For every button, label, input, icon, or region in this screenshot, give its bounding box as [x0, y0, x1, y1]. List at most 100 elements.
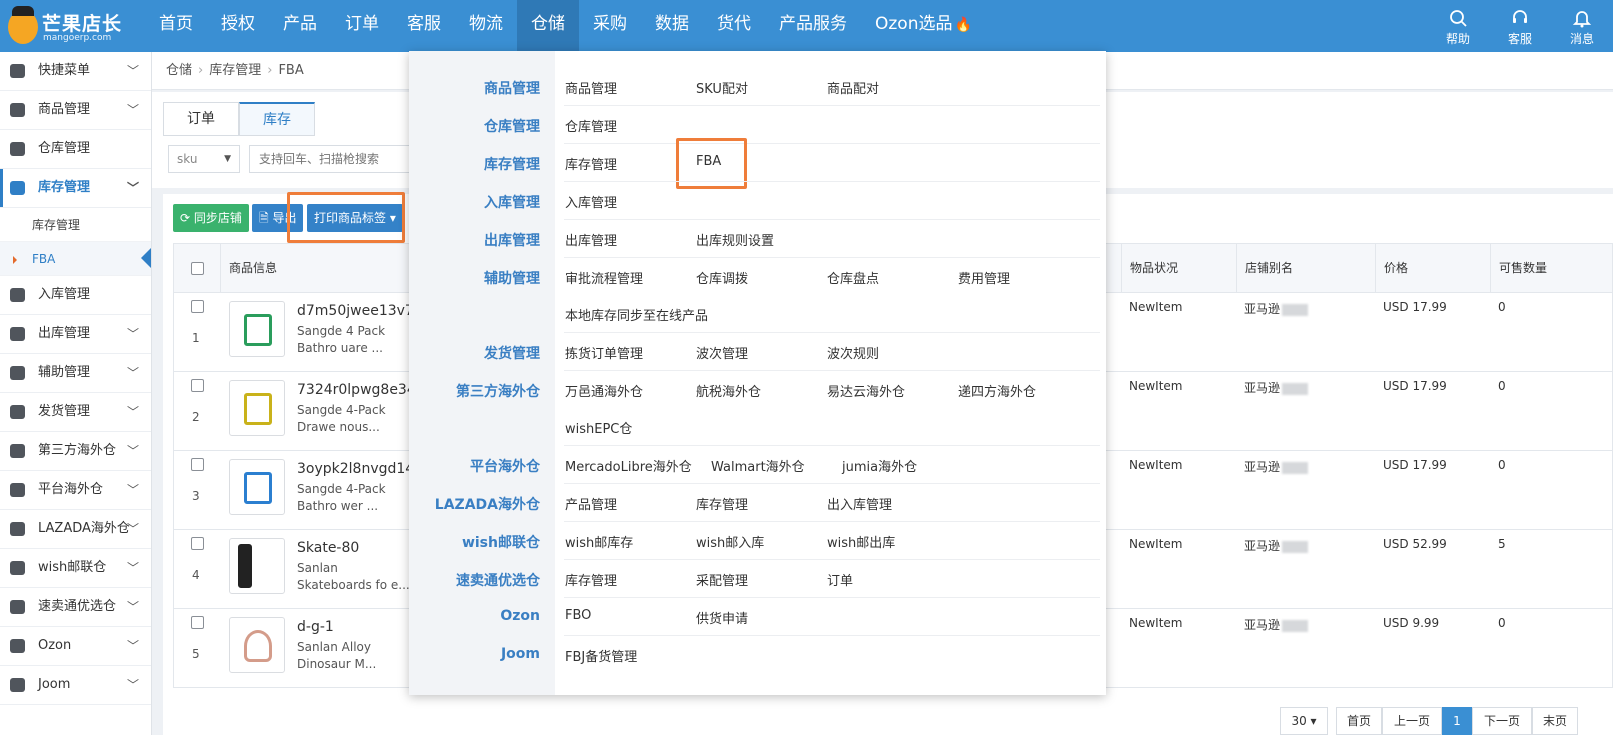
help-button[interactable]: 帮助	[1427, 0, 1489, 52]
mega-category[interactable]: 辅助管理	[409, 268, 540, 288]
nav-product-service[interactable]: 产品服务	[765, 0, 861, 52]
mega-item[interactable]: 本地库存同步至在线产品	[565, 305, 708, 324]
mega-item[interactable]: wish邮库存	[565, 532, 633, 551]
mega-category[interactable]: 平台海外仓	[409, 456, 540, 476]
mega-category[interactable]: 出库管理	[409, 230, 540, 250]
product-sku[interactable]: 3oypk2l8nvgd14ep	[297, 461, 412, 477]
last-page-button[interactable]: 末页	[1532, 707, 1578, 735]
mega-item[interactable]: 航税海外仓	[696, 381, 761, 400]
row-checkbox[interactable]	[191, 300, 204, 313]
page-1-button[interactable]: 1	[1442, 707, 1472, 735]
mega-category[interactable]: Joom	[409, 646, 540, 662]
mega-category[interactable]: 入库管理	[409, 192, 540, 212]
mega-item[interactable]: 拣货订单管理	[565, 343, 643, 362]
mega-item-fba[interactable]: FBA	[696, 154, 721, 169]
tab-inventory[interactable]: 库存	[239, 102, 315, 136]
product-thumbnail[interactable]	[229, 301, 285, 357]
mega-category[interactable]: 第三方海外仓	[409, 381, 540, 401]
sidebar-item-products[interactable]: 商品管理 ﹀	[0, 91, 151, 130]
mega-item[interactable]: 仓库盘点	[827, 268, 879, 287]
product-sku[interactable]: Skate-80	[297, 540, 412, 556]
nav-orders[interactable]: 订单	[331, 0, 393, 52]
sync-store-button[interactable]: ⟳ 同步店铺	[173, 204, 249, 232]
product-sku[interactable]: 7324r0lpwg8e34m	[297, 382, 412, 398]
breadcrumb-warehouse[interactable]: 仓储	[166, 63, 192, 78]
product-thumbnail[interactable]	[229, 459, 285, 515]
mega-item[interactable]: 费用管理	[958, 268, 1010, 287]
mega-item[interactable]: FBJ备货管理	[565, 646, 637, 665]
mega-item[interactable]: 采配管理	[696, 570, 748, 589]
mega-item[interactable]: FBO	[565, 608, 591, 623]
mega-item[interactable]: 供货申请	[696, 608, 748, 627]
search-input[interactable]	[249, 145, 419, 173]
sidebar-sub-fba[interactable]: FBA	[0, 242, 151, 276]
mega-category[interactable]: 发货管理	[409, 343, 540, 363]
product-thumbnail[interactable]	[229, 617, 285, 673]
row-checkbox[interactable]	[191, 379, 204, 392]
mega-item[interactable]: 万邑通海外仓	[565, 381, 643, 400]
mega-item[interactable]: 商品管理	[565, 78, 617, 97]
sidebar-item-third-party-warehouse[interactable]: 第三方海外仓 ﹀	[0, 432, 151, 471]
mega-item[interactable]: 波次规则	[827, 343, 879, 362]
select-all-checkbox[interactable]	[191, 262, 204, 275]
sidebar-item-outbound[interactable]: 出库管理 ﹀	[0, 315, 151, 354]
first-page-button[interactable]: 首页	[1336, 707, 1382, 735]
sidebar-item-wish-warehouse[interactable]: wish邮联仓 ﹀	[0, 549, 151, 588]
mega-item[interactable]: 递四方海外仓	[958, 381, 1036, 400]
mega-item[interactable]: Walmart海外仓	[711, 456, 805, 475]
mega-item[interactable]: 产品管理	[565, 494, 617, 513]
nav-products[interactable]: 产品	[269, 0, 331, 52]
mega-category[interactable]: wish邮联仓	[409, 532, 540, 552]
mega-category[interactable]: 仓库管理	[409, 116, 540, 136]
sidebar-item-inventory[interactable]: 库存管理 ﹀	[0, 169, 151, 208]
sidebar-item-lazada-warehouse[interactable]: LAZADA海外仓 ﹀	[0, 510, 151, 549]
mega-item[interactable]: 库存管理	[565, 570, 617, 589]
nav-customer-service[interactable]: 客服	[393, 0, 455, 52]
row-checkbox[interactable]	[191, 458, 204, 471]
nav-data[interactable]: 数据	[641, 0, 703, 52]
mega-item[interactable]: 出入库管理	[827, 494, 892, 513]
tab-orders[interactable]: 订单	[163, 102, 239, 136]
product-sku[interactable]: d7m50jwee13v70n	[297, 303, 412, 319]
sidebar-item-auxiliary[interactable]: 辅助管理 ﹀	[0, 354, 151, 393]
mega-item[interactable]: 出库管理	[565, 230, 617, 249]
row-checkbox[interactable]	[191, 537, 204, 550]
next-page-button[interactable]: 下一页	[1472, 707, 1532, 735]
mega-item[interactable]: 商品配对	[827, 78, 879, 97]
mega-item[interactable]: SKU配对	[696, 78, 748, 97]
service-button[interactable]: 客服	[1489, 0, 1551, 52]
print-label-button[interactable]: 打印商品标签 ▾	[307, 204, 403, 232]
breadcrumb-inventory[interactable]: 库存管理	[209, 63, 261, 78]
row-checkbox[interactable]	[191, 616, 204, 629]
mega-item[interactable]: 订单	[827, 570, 853, 589]
mega-item[interactable]: 审批流程管理	[565, 268, 643, 287]
mega-item[interactable]: MercadoLibre海外仓	[565, 456, 692, 475]
nav-warehouse[interactable]: 仓储	[517, 0, 579, 52]
mega-item[interactable]: 波次管理	[696, 343, 748, 362]
product-thumbnail[interactable]	[229, 538, 285, 594]
nav-ozon-selection[interactable]: Ozon选品 🔥	[861, 0, 986, 52]
sidebar-item-ozon[interactable]: Ozon ﹀	[0, 627, 151, 666]
mega-item[interactable]: 出库规则设置	[696, 230, 774, 249]
mega-item[interactable]: wish邮入库	[696, 532, 764, 551]
mega-item[interactable]: 易达云海外仓	[827, 381, 905, 400]
nav-purchasing[interactable]: 采购	[579, 0, 641, 52]
mega-item[interactable]: wish邮出库	[827, 532, 895, 551]
product-sku[interactable]: d-g-1	[297, 619, 412, 635]
nav-auth[interactable]: 授权	[207, 0, 269, 52]
sidebar-item-platform-warehouse[interactable]: 平台海外仓 ﹀	[0, 471, 151, 510]
nav-home[interactable]: 首页	[145, 0, 207, 52]
export-button[interactable]: 🗎 导出	[252, 204, 304, 232]
sidebar-item-quick-menu[interactable]: 快捷菜单 ﹀	[0, 52, 151, 91]
mega-item[interactable]: 仓库调拨	[696, 268, 748, 287]
mega-category[interactable]: 库存管理	[409, 154, 540, 174]
mega-category[interactable]: LAZADA海外仓	[409, 494, 540, 514]
nav-forwarder[interactable]: 货代	[703, 0, 765, 52]
sidebar-item-warehouse[interactable]: 仓库管理	[0, 130, 151, 169]
brand-logo[interactable]: 芒果店长 mangoerp.com	[6, 6, 156, 48]
mega-category[interactable]: 速卖通优选仓	[409, 570, 540, 590]
sidebar-item-shipping[interactable]: 发货管理 ﹀	[0, 393, 151, 432]
mega-item[interactable]: 库存管理	[565, 154, 617, 173]
search-field-select[interactable]: sku ▼	[168, 145, 240, 173]
mega-item[interactable]: wishEPC仓	[565, 418, 632, 437]
